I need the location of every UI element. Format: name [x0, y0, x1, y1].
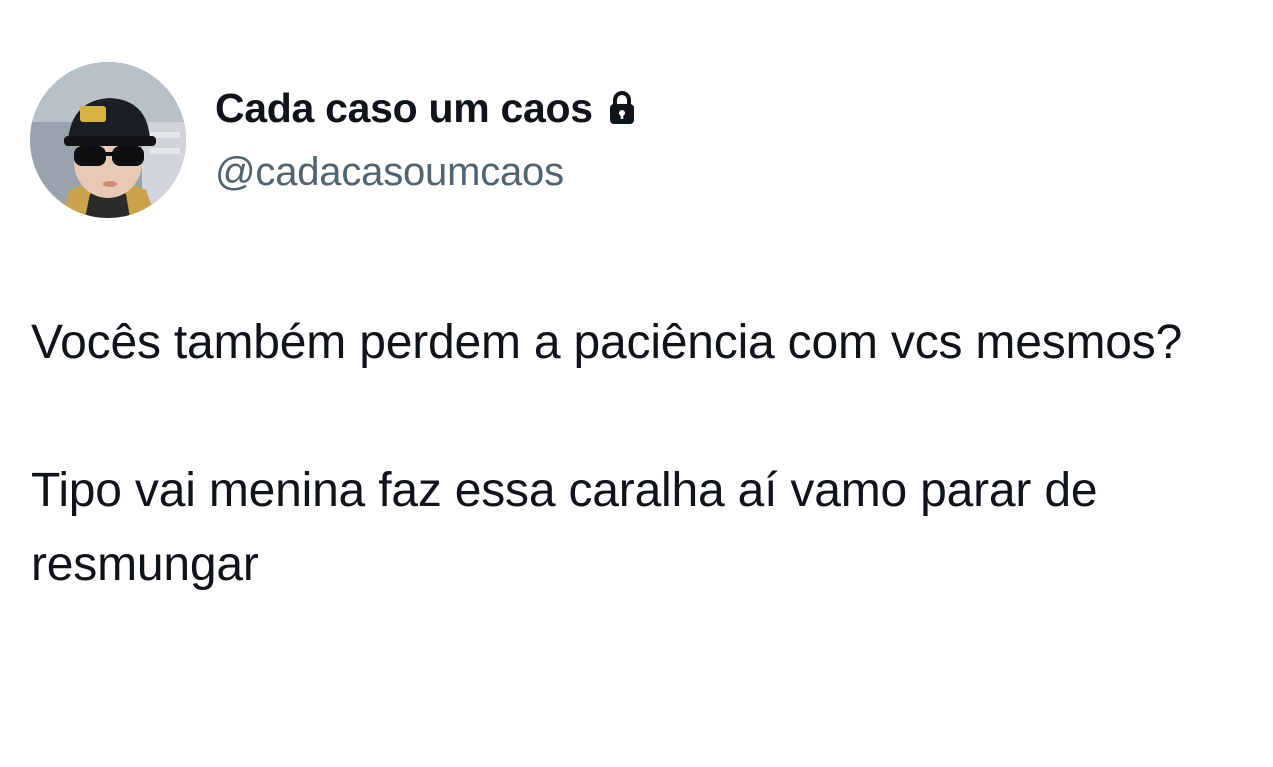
- user-handle[interactable]: @cadacasoumcaos: [215, 150, 564, 195]
- lock-icon: [607, 90, 637, 126]
- avatar[interactable]: [30, 62, 186, 218]
- tweet-paragraph: Vocês também perdem a paciência com vcs …: [31, 316, 1183, 369]
- tweet-text: Vocês também perdem a paciência com vcs …: [31, 306, 1241, 602]
- display-name[interactable]: Cada caso um caos: [215, 85, 593, 132]
- display-name-row: Cada caso um caos: [215, 80, 637, 136]
- tweet-paragraph: Tipo vai menina faz essa caralha aí vamo…: [31, 464, 1098, 591]
- avatar-photo-icon: [30, 62, 186, 218]
- tweet-card: Cada caso um caos @cadacasoumcaos Vocês …: [0, 0, 1273, 767]
